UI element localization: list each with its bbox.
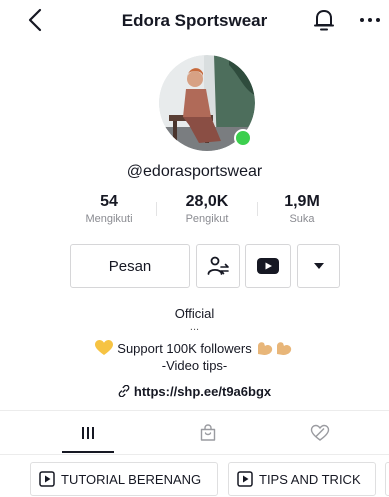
tab-shop[interactable] [160, 414, 256, 452]
profile-tabs [0, 414, 389, 454]
bio-line-support: Support 100K followers [0, 340, 389, 356]
playlist-chip-partial[interactable] [385, 462, 389, 496]
stat-following[interactable]: 54 Mengikuti [64, 193, 154, 225]
stat-likes-value: 1,9M [284, 193, 320, 210]
videos-grid-icon [82, 427, 94, 439]
person-swap-icon [207, 256, 229, 275]
avatar[interactable] [159, 55, 255, 151]
flexed-biceps-icon [257, 342, 291, 355]
shop-bag-icon [200, 424, 216, 441]
liked-heart-icon [310, 424, 330, 441]
online-status-dot [234, 129, 252, 147]
youtube-button[interactable] [245, 244, 291, 288]
playlist-icon [39, 471, 55, 487]
profile-actions: Pesan [0, 244, 389, 290]
stat-likes-label: Suka [289, 213, 315, 225]
stat-followers-label: Pengikut [185, 213, 229, 225]
bio-link-text: https://shp.ee/t9a6bgx [133, 384, 272, 399]
playlist-icon [237, 471, 253, 487]
message-button[interactable]: Pesan [70, 244, 190, 288]
bio-line: -Video tips- [161, 358, 228, 373]
profile-handle: @edorasportswear [126, 163, 263, 180]
stat-following-label: Mengikuti [85, 213, 133, 225]
more-options-dropdown[interactable] [297, 244, 340, 288]
stat-following-value: 54 [100, 193, 118, 210]
tab-liked[interactable] [272, 414, 368, 452]
top-bar: Edora Sportswear [0, 0, 389, 40]
section-divider [0, 454, 389, 455]
active-tab-indicator [62, 451, 114, 453]
tab-videos[interactable] [40, 414, 136, 452]
follow-suggest-button[interactable] [196, 244, 240, 288]
bio-link[interactable]: https://shp.ee/t9a6bgx [0, 384, 389, 399]
playlist-chip[interactable]: TIPS AND TRICK [228, 462, 376, 496]
stat-followers-value: 28,0K [185, 193, 229, 210]
stat-divider [156, 202, 157, 216]
youtube-icon [257, 258, 279, 274]
link-icon [118, 384, 130, 398]
playlist-label: TIPS AND TRICK [259, 471, 361, 487]
bio-line: ... [189, 321, 200, 333]
stat-likes[interactable]: 1,9M Suka [257, 193, 347, 225]
playlist-label: TUTORIAL BERENANG [61, 471, 202, 487]
bell-icon[interactable] [313, 7, 335, 33]
stat-followers[interactable]: 28,0K Pengikut [162, 193, 252, 225]
bio-line: Official [174, 306, 215, 321]
caret-down-icon [313, 263, 324, 269]
playlist-chip[interactable]: TUTORIAL BERENANG [30, 462, 218, 496]
more-dots-icon[interactable] [358, 10, 382, 30]
profile-stats: 54 Mengikuti 28,0K Pengikut 1,9M Suka [0, 193, 389, 233]
section-divider [0, 410, 389, 411]
bio-support-text: Support 100K followers [117, 340, 252, 356]
yellow-heart-icon [95, 340, 114, 355]
